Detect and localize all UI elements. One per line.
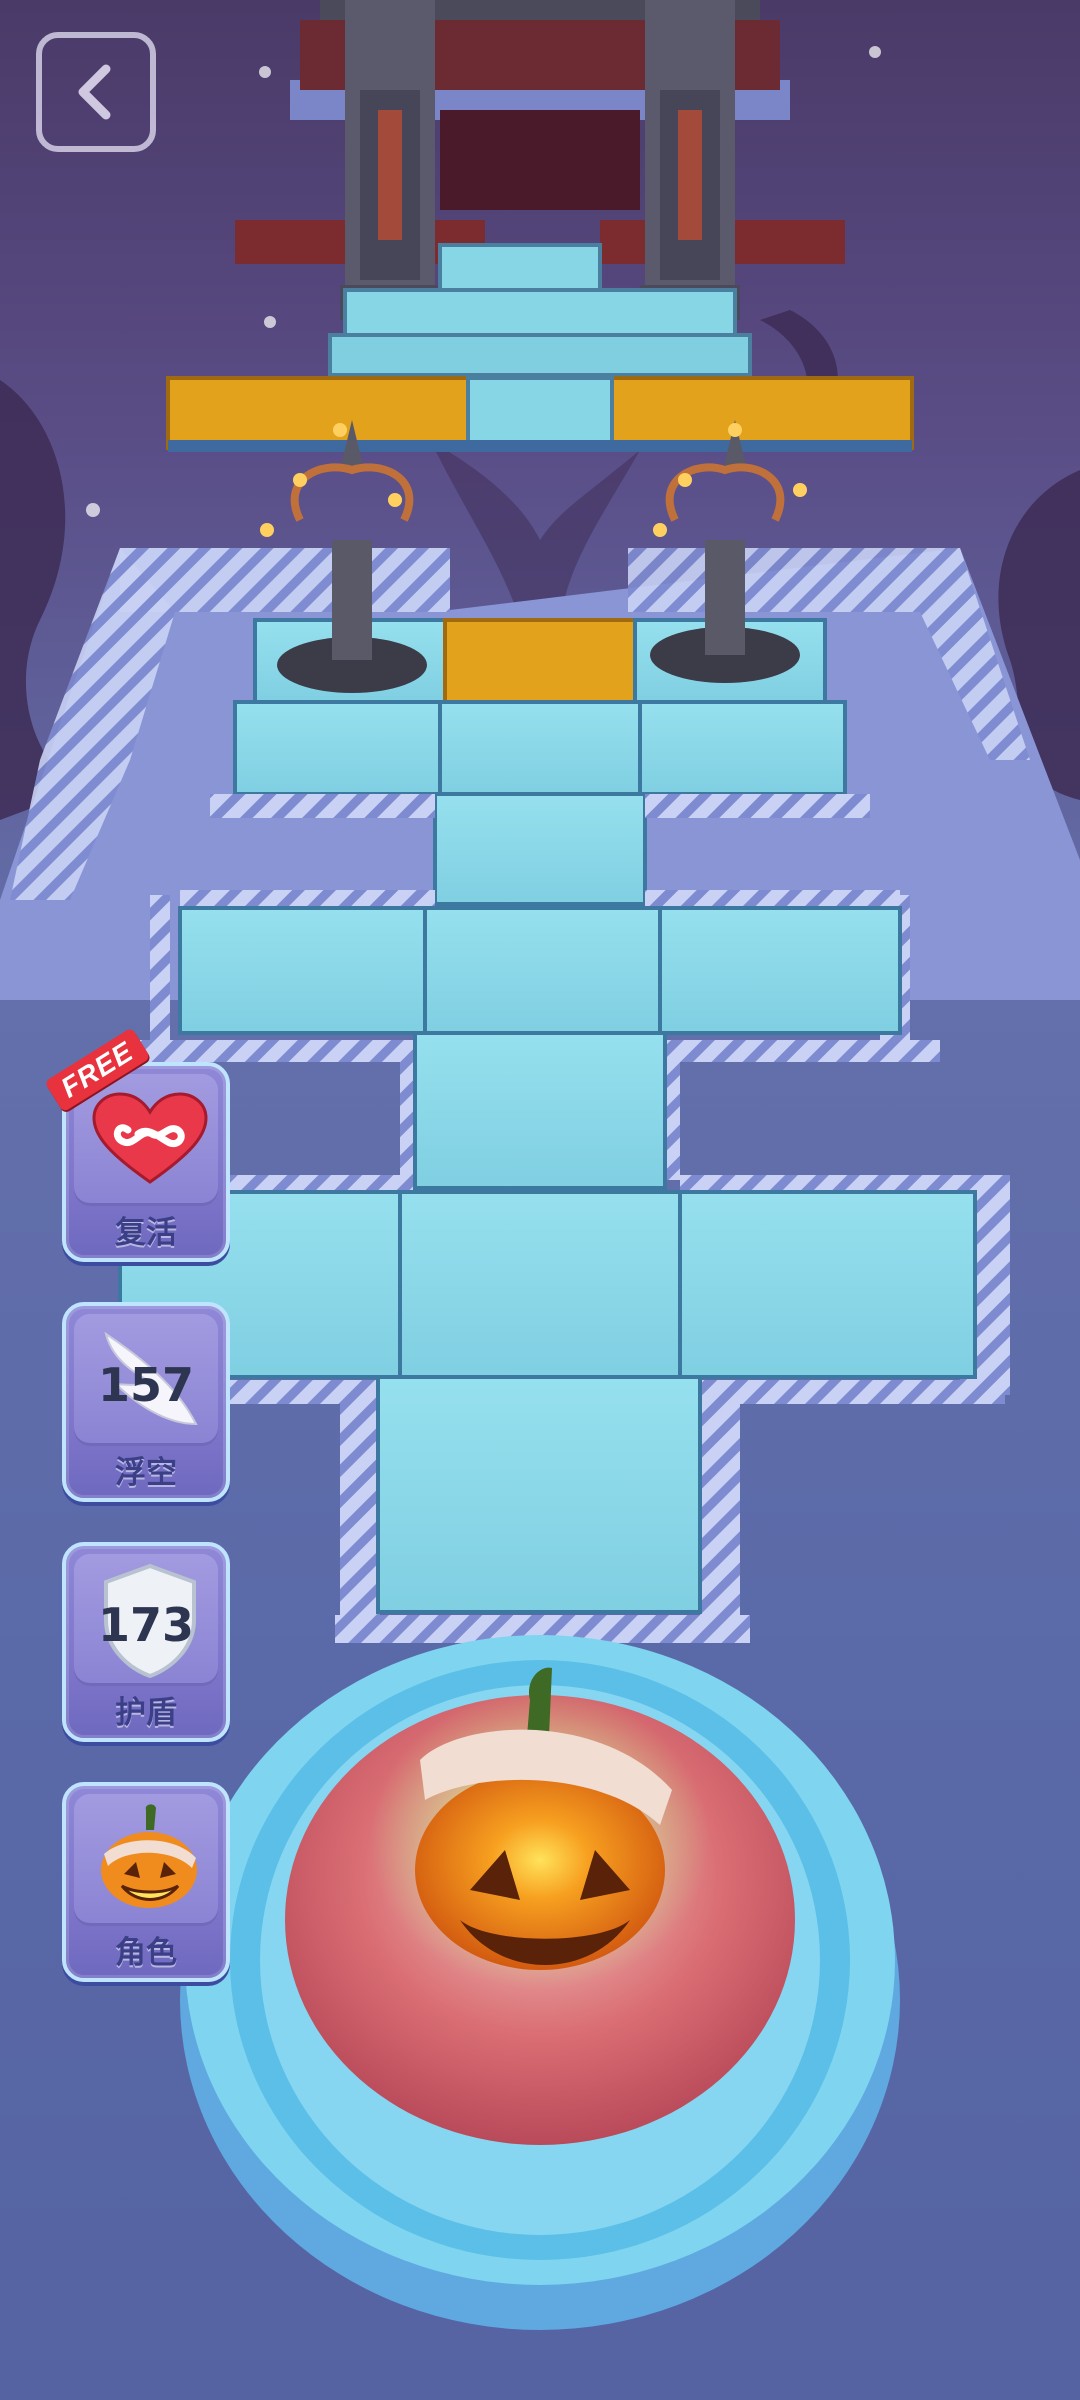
float-icon-frame: 157 [74,1314,218,1446]
character-icon-frame [74,1794,218,1926]
revive-icon-frame [74,1074,218,1206]
revive-button[interactable]: FREE 复活 [44,1027,230,1262]
infinity-heart-icon [92,1092,208,1184]
character-label: 角色 [115,1935,177,1971]
float-count: 157 [97,1358,195,1412]
shield-count: 173 [97,1598,195,1652]
character-button[interactable]: 角色 [62,1782,230,1982]
float-button[interactable]: 157 浮空 [62,1302,230,1502]
pumpkin-icon [101,1804,197,1908]
shield-button[interactable]: 173 护盾 [62,1542,230,1742]
game-scene: FREE 复活 157 浮空 173 护盾 角色 [0,0,1080,2400]
float-label: 浮空 [115,1455,177,1491]
back-button[interactable] [36,32,156,152]
chevron-left-icon [78,64,111,120]
shield-icon-frame: 173 [74,1554,218,1686]
shield-label: 护盾 [115,1695,177,1731]
revive-label: 复活 [115,1215,177,1251]
